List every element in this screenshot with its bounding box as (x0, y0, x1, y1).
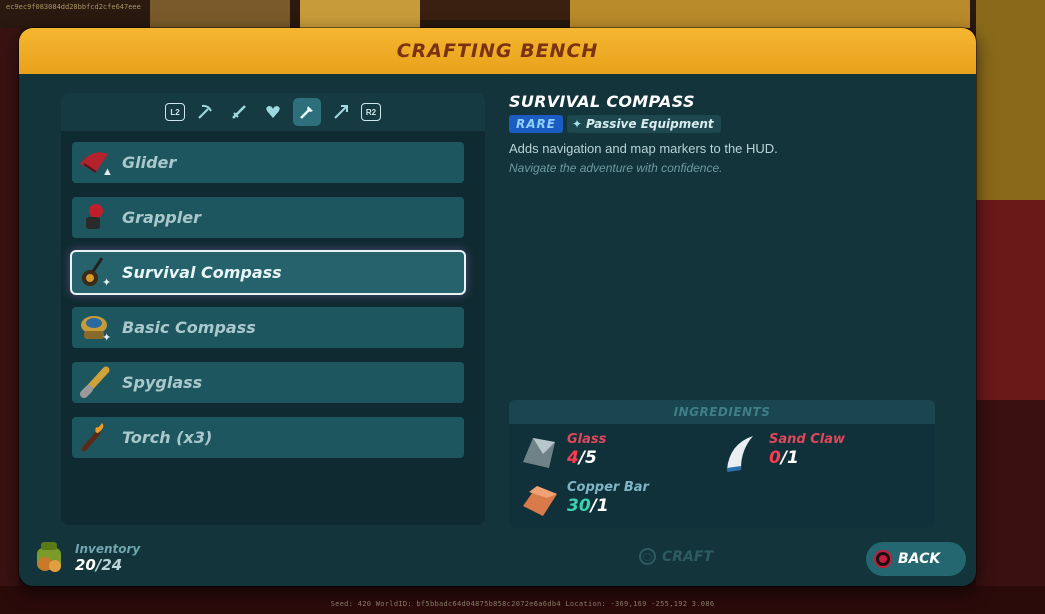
item-tags: RARE ✦ Passive Equipment (509, 115, 949, 133)
seed-id-text: ec9ec9f083084dd28bbfcd2cfe647eee (6, 3, 141, 11)
item-label: Basic Compass (122, 318, 256, 337)
title-bar: CRAFTING BENCH (19, 28, 976, 74)
glider-icon: ▲ (72, 142, 118, 183)
survival-compass-icon: ✦ (72, 252, 118, 293)
recipe-list-panel: L2 R2 ▲ Glider Grappler ✦ Survival Compa… (61, 93, 485, 525)
item-detail: SURVIVAL COMPASS RARE ✦ Passive Equipmen… (509, 92, 949, 175)
crafting-bench-window: CRAFTING BENCH L2 R2 ▲ Glider Grappler ✦… (19, 28, 976, 586)
sand-claw-icon (726, 436, 753, 472)
grappler-icon (72, 197, 118, 238)
ingredient-glass[interactable]: Glass 4/5 (519, 432, 606, 474)
ingredients-panel: INGREDIENTS Glass 4/5 Sand Claw 0/1 Copp… (509, 400, 935, 528)
list-item-survival-compass[interactable]: ✦ Survival Compass (70, 250, 466, 295)
item-name: SURVIVAL COMPASS (509, 92, 695, 111)
world-info-text: Seed: 420 WorldID: bf5bbadc64d04875b858c… (330, 600, 715, 608)
spyglass-icon (72, 362, 118, 403)
ingredient-count: 4/5 (567, 448, 597, 468)
sparkle-icon: ✦ (571, 117, 583, 131)
r2-bumper-icon[interactable]: R2 (361, 103, 381, 121)
ingredient-sand-claw[interactable]: Sand Claw 0/1 (721, 432, 845, 474)
list-item-spyglass[interactable]: Spyglass (72, 362, 464, 403)
heart-icon[interactable] (259, 98, 287, 126)
category-tabs: L2 R2 (61, 93, 485, 131)
copper-bar-icon (523, 486, 557, 516)
circle-button-icon: ◯ (639, 548, 656, 565)
item-label: Glider (122, 153, 177, 172)
ingredient-name: Sand Claw (769, 432, 846, 447)
inventory-count: 20/24 (75, 556, 123, 574)
list-item-basic-compass[interactable]: ✦ Basic Compass (72, 307, 464, 348)
type-badge: ✦ Passive Equipment (566, 115, 721, 133)
tool-icon[interactable] (293, 98, 321, 126)
arrow-icon[interactable] (327, 98, 355, 126)
ingredient-count: 30/1 (567, 496, 609, 516)
list-item-glider[interactable]: ▲ Glider (72, 142, 464, 183)
ingredient-name: Glass (567, 432, 607, 447)
sword-icon[interactable] (225, 98, 253, 126)
item-description: Adds navigation and map markers to the H… (509, 141, 778, 156)
item-flavor-text: Navigate the adventure with confidence. (509, 161, 723, 175)
back-label: BACK (898, 551, 941, 567)
craft-button[interactable]: ◯ CRAFT (639, 548, 713, 565)
basic-compass-icon: ✦ (72, 307, 118, 348)
back-button[interactable]: BACK (866, 542, 966, 576)
list-item-torch[interactable]: Torch (x3) (72, 417, 464, 458)
torch-icon (72, 417, 118, 458)
item-label: Grappler (122, 208, 201, 227)
type-label: Passive Equipment (586, 117, 714, 131)
item-label: Survival Compass (122, 263, 282, 282)
pickaxe-icon[interactable] (191, 98, 219, 126)
rarity-badge: RARE (509, 115, 563, 133)
circle-button-icon (874, 550, 892, 568)
item-label: Spyglass (122, 373, 203, 392)
glass-icon (523, 438, 555, 468)
ingredient-copper-bar[interactable]: Copper Bar 30/1 (519, 480, 649, 522)
window-title: CRAFTING BENCH (396, 40, 599, 62)
backpack-icon (37, 542, 61, 572)
inventory-status: Inventory 20/24 (31, 538, 140, 578)
l2-bumper-icon[interactable]: L2 (165, 103, 185, 121)
craft-label: CRAFT (662, 548, 714, 565)
ingredients-header: INGREDIENTS (509, 400, 935, 424)
ingredient-name: Copper Bar (567, 480, 649, 495)
inventory-label: Inventory (75, 542, 141, 556)
list-item-grappler[interactable]: Grappler (72, 197, 464, 238)
item-label: Torch (x3) (122, 428, 213, 447)
ingredient-count: 0/1 (769, 448, 799, 468)
